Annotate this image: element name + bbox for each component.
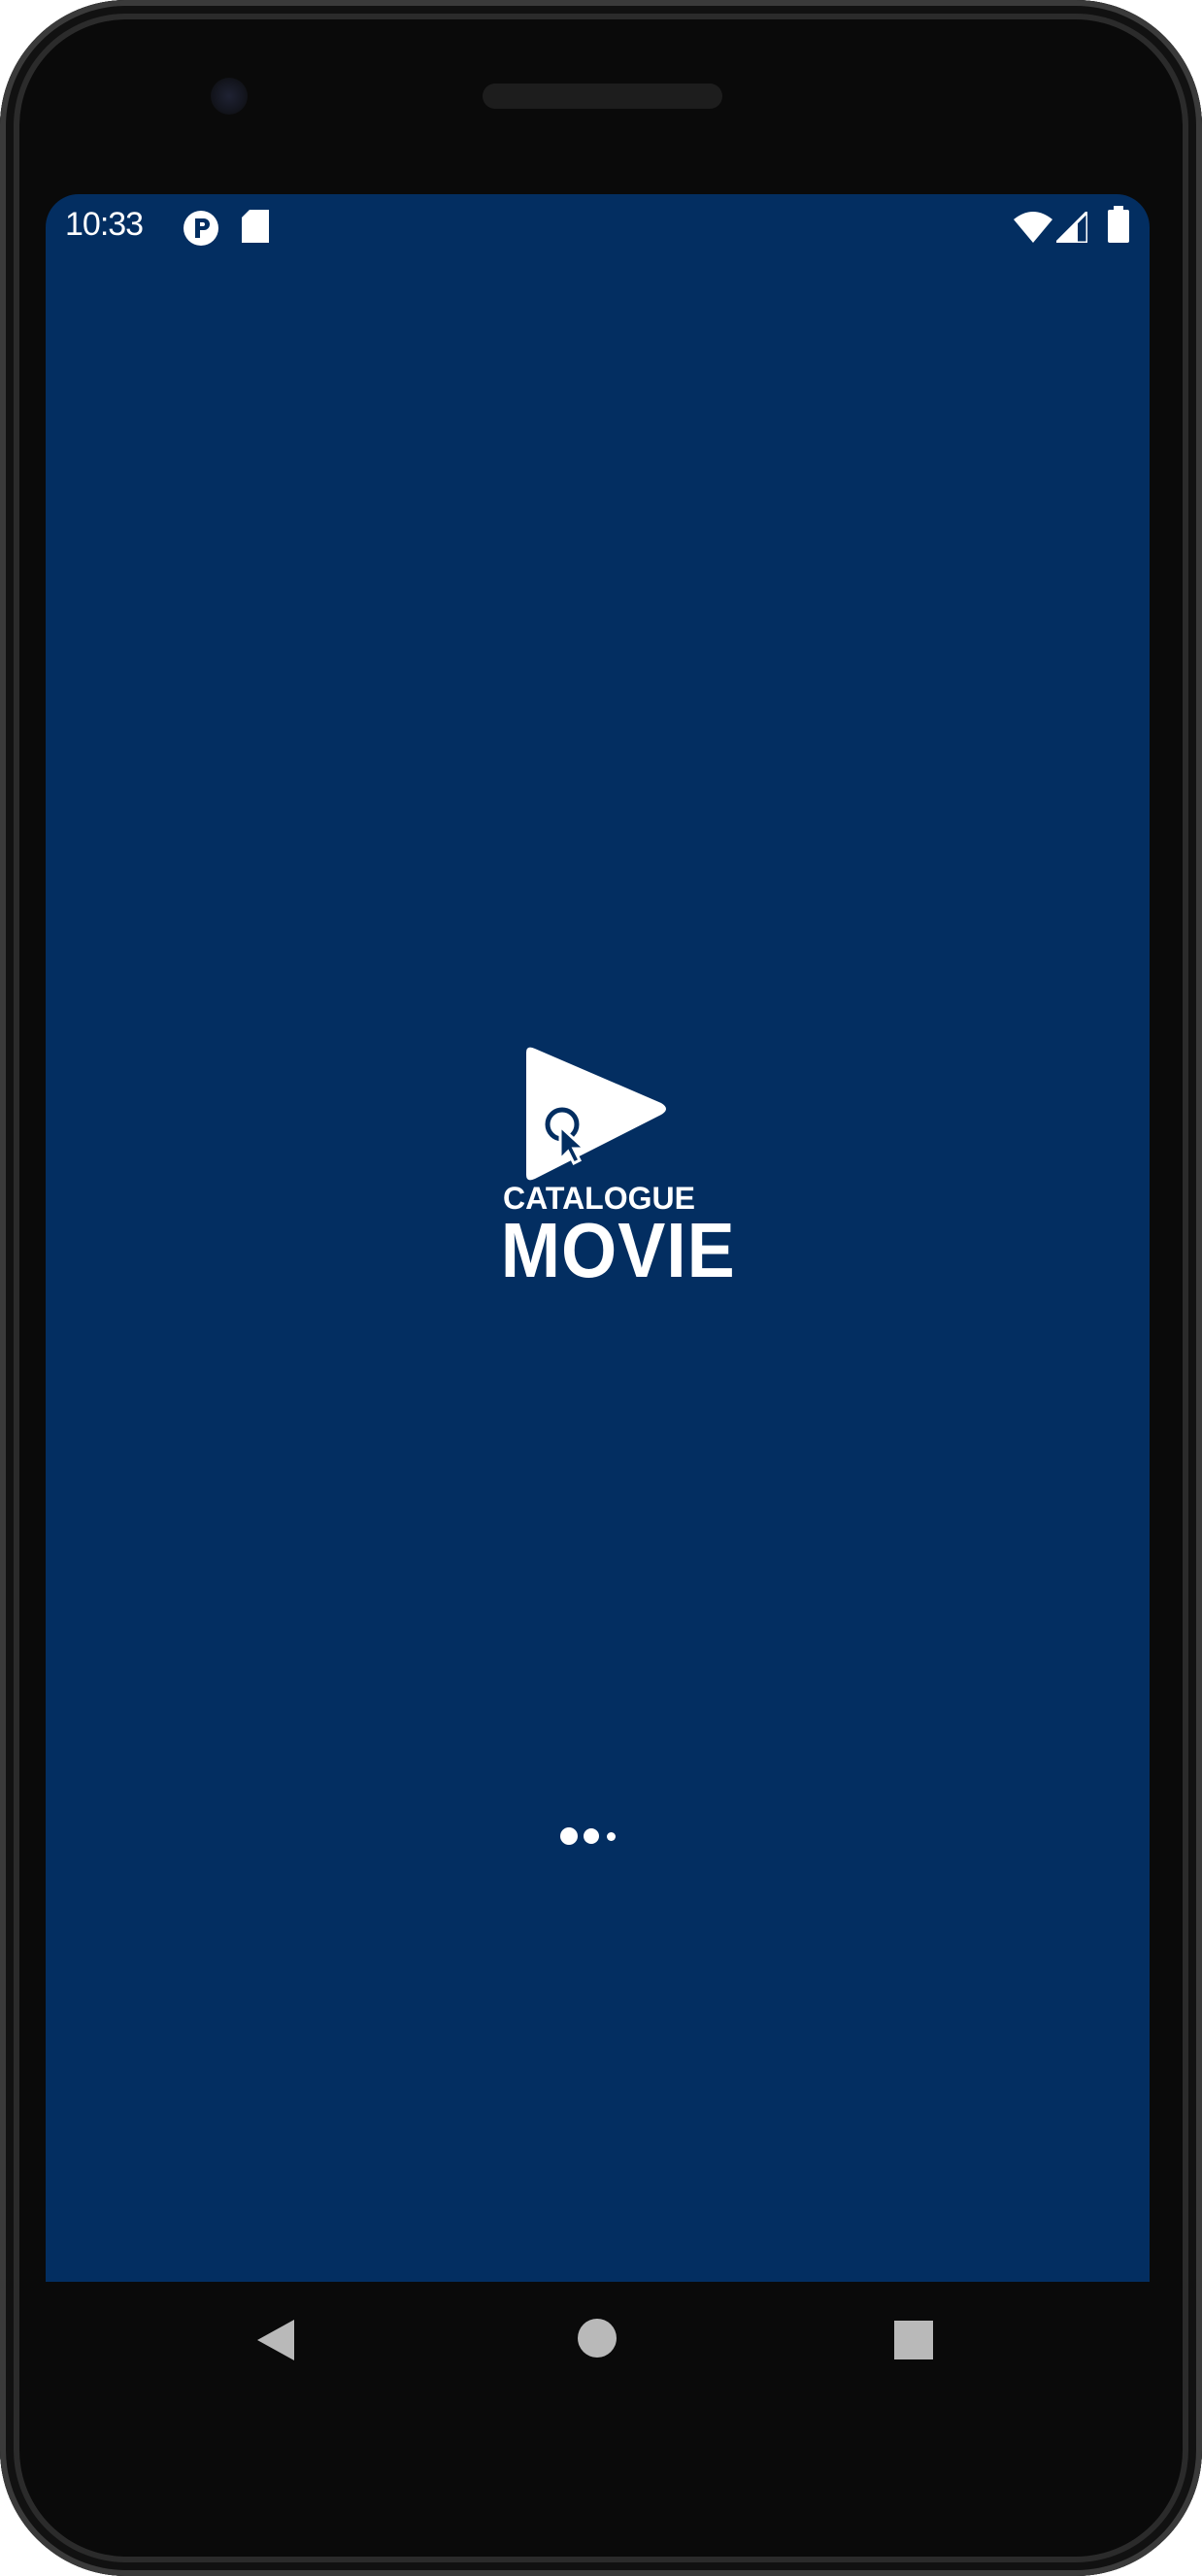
status-bar: 10:33 (46, 194, 1150, 252)
logo-movie-text: MOVIE (500, 1207, 736, 1293)
play-triangle-icon (526, 1047, 666, 1181)
back-button[interactable] (255, 2318, 298, 2362)
earpiece-speaker (483, 84, 722, 109)
home-button[interactable] (577, 2318, 618, 2359)
loading-dot (607, 1832, 616, 1841)
battery-icon (1108, 206, 1129, 243)
cell-signal-icon (1056, 212, 1087, 243)
status-time: 10:33 (65, 206, 144, 243)
app-screen: 10:33 CATALOGUE MOVIE (46, 194, 1150, 2282)
wifi-icon (1014, 212, 1052, 243)
phone-frame: 10:33 CATALOGUE MOVIE (0, 0, 1202, 2576)
front-camera (211, 78, 248, 115)
recents-button[interactable] (893, 2320, 934, 2360)
navigation-bar (46, 2282, 1150, 2398)
sd-card-icon (242, 210, 269, 243)
p-notification-icon (184, 211, 218, 246)
app-logo: CATALOGUE MOVIE (492, 1045, 735, 1293)
loading-dot (584, 1828, 599, 1844)
loading-dot (560, 1827, 578, 1845)
loading-indicator (560, 1823, 638, 1852)
